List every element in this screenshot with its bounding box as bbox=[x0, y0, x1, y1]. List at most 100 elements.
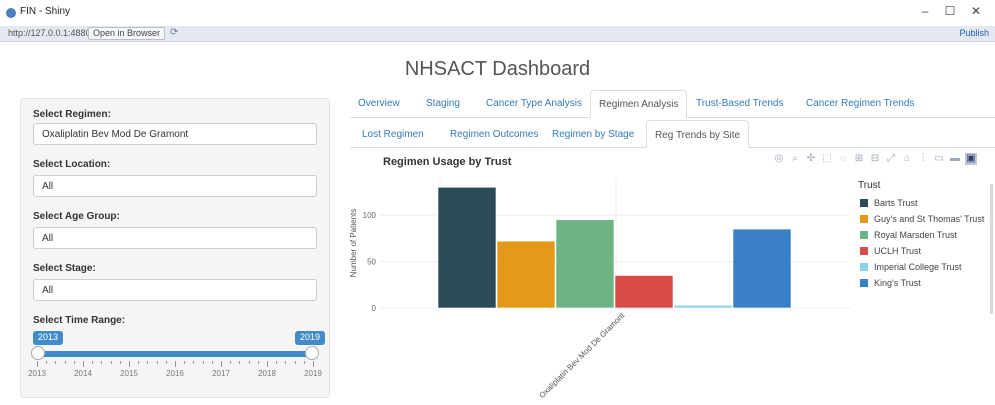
legend-label: Royal Marsden Trust bbox=[874, 230, 958, 240]
slider-tick bbox=[276, 361, 278, 364]
slider-handle-min[interactable] bbox=[31, 346, 45, 360]
bar-guy-s-and-st-thomas-trust bbox=[496, 240, 556, 309]
slider-tick bbox=[193, 361, 195, 364]
hover-compare-icon[interactable]: ▬ bbox=[949, 153, 961, 165]
legend-item[interactable]: UCLH Trust bbox=[858, 243, 993, 259]
slider-grid-label: 2016 bbox=[166, 369, 184, 378]
open-in-browser-button[interactable]: Open in Browser bbox=[88, 27, 166, 40]
slider-tick bbox=[294, 361, 296, 364]
window-title: FIN - Shiny bbox=[20, 6, 71, 17]
slider-grid-label: 2018 bbox=[258, 369, 276, 378]
slider-tick bbox=[267, 361, 268, 367]
zoom-out-icon[interactable]: ⊟ bbox=[869, 153, 881, 165]
slider-grid-label: 2017 bbox=[212, 369, 230, 378]
maximize-button[interactable]: ☐ bbox=[940, 4, 960, 18]
legend-swatch bbox=[860, 231, 868, 239]
bar-barts-trust bbox=[437, 186, 497, 309]
stage-select[interactable]: All bbox=[33, 279, 317, 301]
slider-tick bbox=[239, 361, 241, 364]
minimize-button[interactable]: – bbox=[915, 4, 935, 18]
slider-tick bbox=[248, 361, 250, 364]
y-tick-label: 100 bbox=[363, 211, 377, 220]
slider-tick bbox=[83, 361, 84, 367]
slider-tick bbox=[101, 361, 103, 364]
window-titlebar: FIN - Shiny – ☐ ✕ bbox=[0, 0, 995, 26]
legend-swatch bbox=[860, 279, 868, 287]
tab-overview[interactable]: Overview bbox=[350, 90, 408, 118]
plotly-logo-icon[interactable]: ▣ bbox=[965, 153, 977, 165]
legend-label: Barts Trust bbox=[874, 198, 918, 208]
spike-lines-icon[interactable]: ⫶ bbox=[917, 153, 929, 165]
legend-swatch bbox=[860, 215, 868, 223]
legend-item[interactable]: Guy's and St Thomas' Trust bbox=[858, 211, 993, 227]
sidebar-panel: Select Regimen: Oxaliplatin Bev Mod De G… bbox=[20, 98, 330, 398]
box-select-icon[interactable]: ⬚ bbox=[821, 153, 833, 165]
legend-scrollbar[interactable] bbox=[990, 184, 993, 314]
zoom-in-icon[interactable]: ⊞ bbox=[853, 153, 865, 165]
slider-tick bbox=[73, 361, 75, 364]
publish-button[interactable]: Publish bbox=[959, 28, 989, 38]
slider-grid-label: 2015 bbox=[120, 369, 138, 378]
slider-grid-label: 2013 bbox=[28, 369, 46, 378]
x-category-label: Oxaliplatin Bev Mod De Gramont bbox=[537, 311, 627, 401]
app-icon bbox=[6, 8, 16, 18]
slider-tick bbox=[313, 361, 314, 367]
legend-item[interactable]: Imperial College Trust bbox=[858, 259, 993, 275]
legend-item[interactable]: Barts Trust bbox=[858, 195, 993, 211]
legend-label: Imperial College Trust bbox=[874, 262, 962, 272]
slider-grid-label: 2014 bbox=[74, 369, 92, 378]
slider-tick bbox=[147, 361, 149, 364]
camera-icon[interactable]: ◎ bbox=[773, 153, 785, 165]
slider-tick bbox=[156, 361, 158, 364]
page-title: NHSACT Dashboard bbox=[404, 58, 591, 80]
subtab-regimen-by-stage[interactable]: Regimen by Stage bbox=[544, 120, 642, 148]
y-axis-label: Number of Patients bbox=[349, 209, 358, 277]
subtab-lost-regimen[interactable]: Lost Regimen bbox=[354, 120, 432, 148]
tab-cancer-type-analysis[interactable]: Cancer Type Analysis bbox=[478, 90, 590, 118]
legend-label: King's Trust bbox=[874, 278, 921, 288]
tab-staging[interactable]: Staging bbox=[418, 90, 468, 118]
lasso-icon[interactable]: ◌ bbox=[837, 153, 849, 165]
slider-max-badge: 2019 bbox=[295, 331, 326, 345]
slider-tick bbox=[202, 361, 204, 364]
location-select[interactable]: All bbox=[33, 175, 317, 197]
slider-tick bbox=[303, 361, 305, 364]
age-group-label: Select Age Group: bbox=[33, 211, 120, 222]
subtab-regimen-outcomes[interactable]: Regimen Outcomes bbox=[442, 120, 546, 148]
slider-tick bbox=[175, 361, 176, 367]
legend-label: Guy's and St Thomas' Trust bbox=[874, 214, 985, 224]
location-label: Select Location: bbox=[33, 159, 111, 170]
regimen-select[interactable]: Oxaliplatin Bev Mod De Gramont bbox=[33, 123, 317, 145]
slider-handle-max[interactable] bbox=[305, 346, 319, 360]
legend-item[interactable]: King's Trust bbox=[858, 275, 993, 291]
close-button[interactable]: ✕ bbox=[966, 4, 986, 18]
tab-regimen-analysis[interactable]: Regimen Analysis bbox=[590, 90, 688, 118]
zoom-icon[interactable]: ⌕ bbox=[789, 153, 801, 165]
legend-label: UCLH Trust bbox=[874, 246, 922, 256]
legend-item[interactable]: Royal Marsden Trust bbox=[858, 227, 993, 243]
slider-tick bbox=[110, 361, 112, 364]
url-text[interactable]: http://127.0.0.1:4880 bbox=[8, 28, 91, 38]
slider-range-fill bbox=[37, 351, 313, 357]
slider-tick bbox=[230, 361, 232, 364]
slider-min-badge: 2013 bbox=[33, 331, 64, 345]
slider-tick bbox=[138, 361, 140, 364]
subtab-reg-trends-by-site[interactable]: Reg Trends by Site bbox=[646, 120, 750, 148]
y-tick-label: 50 bbox=[367, 258, 376, 267]
slider-tick bbox=[64, 361, 66, 364]
hover-closest-icon[interactable]: ▭ bbox=[933, 153, 945, 165]
refresh-icon[interactable]: ⟳ bbox=[170, 27, 178, 38]
stage-label: Select Stage: bbox=[33, 263, 96, 274]
tab-cancer-regimen-trends[interactable]: Cancer Regimen Trends bbox=[798, 90, 922, 118]
tab-trust-based-trends[interactable]: Trust-Based Trends bbox=[688, 90, 791, 118]
regimen-label: Select Regimen: bbox=[33, 109, 111, 120]
y-tick-label: 0 bbox=[372, 304, 377, 313]
reset-axes-icon[interactable]: ⌂ bbox=[901, 153, 913, 165]
pan-icon[interactable]: ✣ bbox=[805, 153, 817, 165]
slider-tick bbox=[55, 361, 57, 364]
age-group-select[interactable]: All bbox=[33, 227, 317, 249]
slider-tick bbox=[221, 361, 222, 367]
address-bar: http://127.0.0.1:4880 Open in Browser ⟳ … bbox=[0, 26, 995, 42]
chart-legend: Trust Barts Trust Guy's and St Thomas' Tr… bbox=[858, 180, 993, 291]
autoscale-icon[interactable]: ⤢ bbox=[885, 153, 897, 165]
